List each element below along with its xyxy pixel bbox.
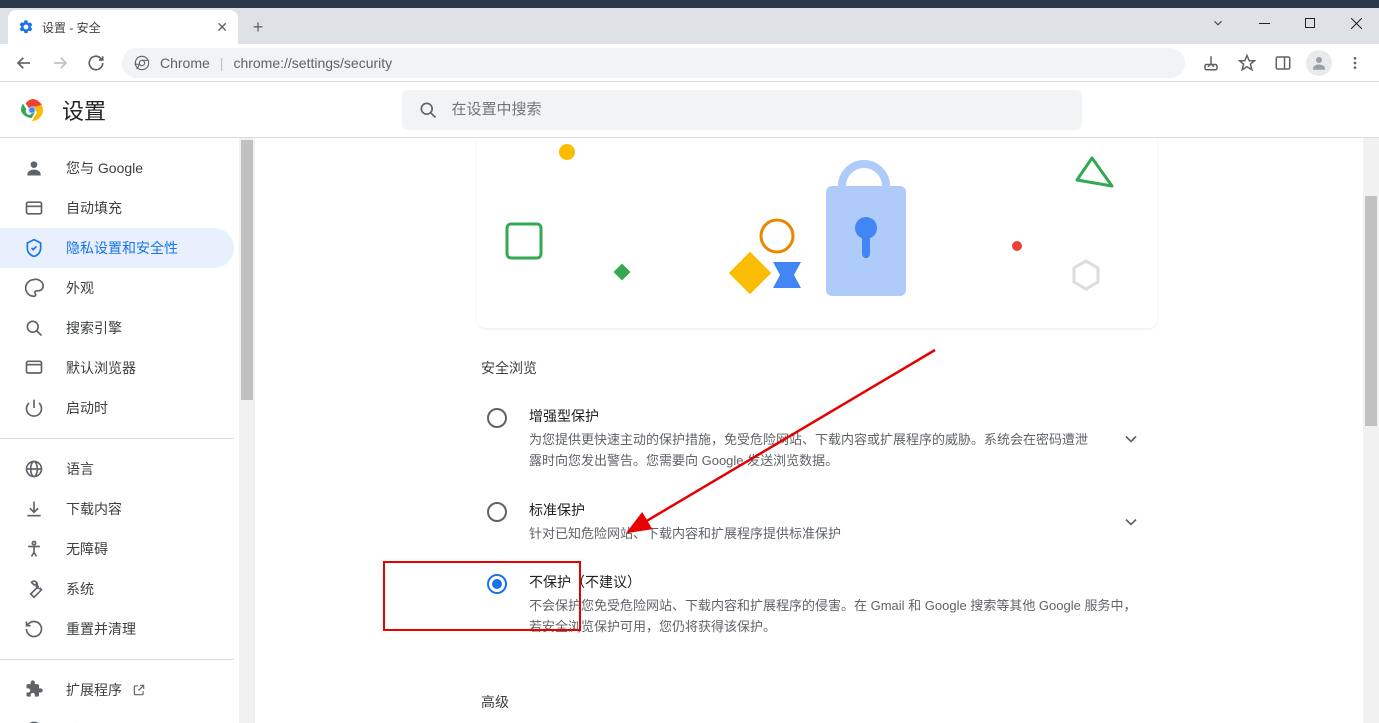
sidebar-item-extensions[interactable]: 扩展程序 xyxy=(0,670,234,710)
sidebar-item-reset[interactable]: 重置并清理 xyxy=(0,609,234,649)
sidebar-item-autofill[interactable]: 自动填充 xyxy=(0,188,234,228)
settings-header: 设置 xyxy=(0,82,1379,138)
settings-search[interactable] xyxy=(402,90,1082,130)
sidebar-label: 自动填充 xyxy=(66,198,122,218)
sidebar-label: 外观 xyxy=(66,278,94,298)
window-titlebar xyxy=(0,0,1379,8)
radio-standard-protection[interactable]: 标准保护 针对已知危险网站、下载内容和扩展程序提供标准保护 xyxy=(477,486,1157,559)
sidepanel-icon[interactable] xyxy=(1267,47,1299,79)
shield-icon xyxy=(24,238,44,258)
tab-title: 设置 - 安全 xyxy=(42,19,101,36)
browser-tab[interactable]: 设置 - 安全 ✕ xyxy=(8,10,238,44)
back-button[interactable] xyxy=(8,47,40,79)
main-scrollbar[interactable] xyxy=(1363,138,1379,723)
url-text: chrome://settings/security xyxy=(233,55,392,71)
settings-title: 设置 xyxy=(62,94,106,126)
close-window-button[interactable] xyxy=(1333,8,1379,38)
sidebar-label: 隐私设置和安全性 xyxy=(66,238,178,258)
url-separator: | xyxy=(220,55,224,71)
sidebar-divider xyxy=(0,659,234,660)
option-desc: 不会保护您免受危险网站、下载内容和扩展程序的侵害。在 Gmail 和 Googl… xyxy=(529,596,1141,638)
search-input[interactable] xyxy=(452,101,1066,118)
main-content: 安全浏览 增强型保护 为您提供更快速主动的保护措施，免受危险网站、下载内容或扩展… xyxy=(255,138,1379,723)
sidebar-item-search-engine[interactable]: 搜索引擎 xyxy=(0,308,234,348)
sidebar-label: 默认浏览器 xyxy=(66,358,136,378)
external-link-icon xyxy=(132,683,146,697)
sidebar-item-appearance[interactable]: 外观 xyxy=(0,268,234,308)
sidebar-label: 搜索引擎 xyxy=(66,318,122,338)
sidebar-label: 您与 Google xyxy=(66,158,143,178)
reload-button[interactable] xyxy=(80,47,112,79)
gear-icon xyxy=(18,19,34,35)
sidebar-item-languages[interactable]: 语言 xyxy=(0,449,234,489)
profile-avatar[interactable] xyxy=(1303,47,1335,79)
window-controls xyxy=(1195,8,1379,38)
radio-no-protection[interactable]: 不保护（不建议） 不会保护您免受危险网站、下载内容和扩展程序的侵害。在 Gmai… xyxy=(477,558,1157,652)
chevron-down-icon[interactable] xyxy=(1121,512,1141,532)
chevron-down-icon[interactable] xyxy=(1121,429,1141,449)
radio-button[interactable] xyxy=(487,502,507,522)
radio-button[interactable] xyxy=(487,408,507,428)
sidebar-label: 启动时 xyxy=(66,398,108,418)
option-title: 不保护（不建议） xyxy=(529,572,1141,592)
section-title-advanced: 高级 xyxy=(481,692,1157,712)
chrome-icon xyxy=(134,55,150,71)
globe-icon xyxy=(24,459,44,479)
wrench-icon xyxy=(24,579,44,599)
sidebar-item-on-startup[interactable]: 启动时 xyxy=(0,388,234,428)
bookmark-icon[interactable] xyxy=(1231,47,1263,79)
option-desc: 为您提供更快速主动的保护措施，免受危险网站、下载内容或扩展程序的威胁。系统会在密… xyxy=(529,430,1099,472)
dropdown-icon[interactable] xyxy=(1195,8,1241,38)
sidebar-item-privacy-security[interactable]: 隐私设置和安全性 xyxy=(0,228,234,268)
browser-icon xyxy=(24,358,44,378)
sidebar-item-about[interactable]: 关于 Chrome xyxy=(0,710,234,723)
search-icon xyxy=(24,318,44,338)
minimize-button[interactable] xyxy=(1241,8,1287,38)
sidebar-item-you-and-google[interactable]: 您与 Google xyxy=(0,148,234,188)
sidebar-item-accessibility[interactable]: 无障碍 xyxy=(0,529,234,569)
sidebar-item-default-browser[interactable]: 默认浏览器 xyxy=(0,348,234,388)
sidebar-label: 扩展程序 xyxy=(66,680,122,700)
hero-illustration xyxy=(477,138,1157,328)
settings-sidebar: 您与 Google 自动填充 隐私设置和安全性 外观 搜索引擎 默认浏览器 启动… xyxy=(0,138,255,723)
sidebar-label: 重置并清理 xyxy=(66,619,136,639)
section-title-safe-browsing: 安全浏览 xyxy=(481,358,1157,378)
download-icon xyxy=(24,499,44,519)
sidebar-divider xyxy=(0,438,234,439)
palette-icon xyxy=(24,278,44,298)
radio-button[interactable] xyxy=(487,574,507,594)
sidebar-label: 下载内容 xyxy=(66,499,122,519)
sidebar-label: 系统 xyxy=(66,579,94,599)
browser-toolbar: Chrome | chrome://settings/security xyxy=(0,44,1379,82)
option-desc: 针对已知危险网站、下载内容和扩展程序提供标准保护 xyxy=(529,524,1099,545)
menu-icon[interactable] xyxy=(1339,47,1371,79)
sidebar-item-downloads[interactable]: 下载内容 xyxy=(0,489,234,529)
sidebar-label: 无障碍 xyxy=(66,539,108,559)
search-icon xyxy=(418,100,438,120)
share-icon[interactable] xyxy=(1195,47,1227,79)
forward-button[interactable] xyxy=(44,47,76,79)
tab-close-icon[interactable]: ✕ xyxy=(216,19,228,36)
address-bar[interactable]: Chrome | chrome://settings/security xyxy=(122,48,1185,78)
accessibility-icon xyxy=(24,539,44,559)
option-title: 标准保护 xyxy=(529,500,1099,520)
chrome-logo-icon xyxy=(20,98,44,122)
person-icon xyxy=(24,158,44,178)
new-tab-button[interactable]: + xyxy=(244,13,272,41)
autofill-icon xyxy=(24,198,44,218)
sidebar-item-system[interactable]: 系统 xyxy=(0,569,234,609)
power-icon xyxy=(24,398,44,418)
radio-enhanced-protection[interactable]: 增强型保护 为您提供更快速主动的保护措施，免受危险网站、下载内容或扩展程序的威胁… xyxy=(477,392,1157,486)
extension-icon xyxy=(24,680,44,700)
url-prefix: Chrome xyxy=(160,55,210,71)
sidebar-label: 语言 xyxy=(66,459,94,479)
restore-icon xyxy=(24,619,44,639)
option-title: 增强型保护 xyxy=(529,406,1099,426)
sidebar-scrollbar[interactable] xyxy=(239,138,255,723)
tab-strip: 设置 - 安全 ✕ + xyxy=(0,8,1379,44)
maximize-button[interactable] xyxy=(1287,8,1333,38)
